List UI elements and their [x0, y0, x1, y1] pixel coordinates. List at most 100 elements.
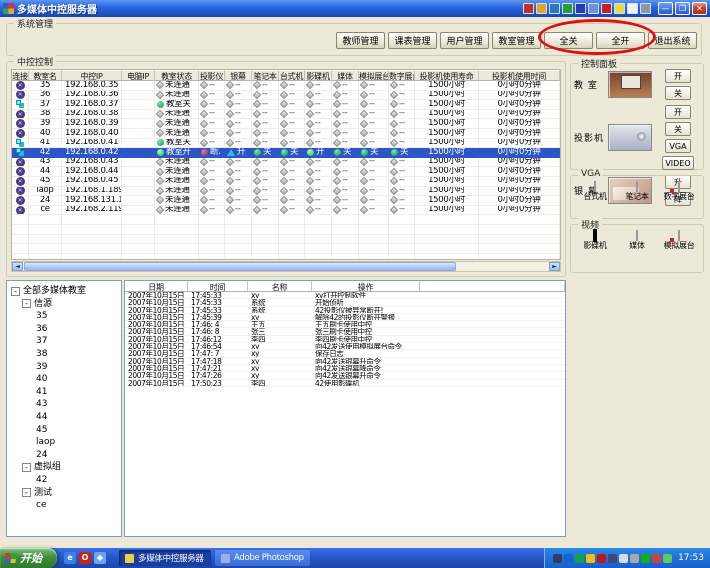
minimize-button[interactable]: — [658, 2, 673, 15]
tray-icon[interactable] [608, 554, 617, 563]
tree-group-虚拟组[interactable]: -虚拟组 [9, 461, 119, 474]
tree-item-36[interactable]: 36 [9, 323, 119, 336]
tree-group-测试[interactable]: -测试 [9, 487, 119, 500]
titlebar-toolbar-icon[interactable] [614, 3, 625, 14]
media-item[interactable]: 媒体 [617, 231, 657, 251]
start-button[interactable]: 开始 [0, 548, 57, 568]
table-row[interactable]: 35192.168.0.35未连通----------------1500小时0… [12, 81, 560, 91]
laptop-item[interactable]: 笔记本 [617, 182, 657, 202]
tree-item-35[interactable]: 35 [9, 310, 119, 323]
collapse-icon[interactable]: - [22, 488, 31, 497]
log-row[interactable]: 2007年10月15日17:45:33系统42投影仪被异常断开! [125, 307, 565, 314]
titlebar-toolbar-icon[interactable] [575, 3, 586, 14]
projector-video-button[interactable]: VIDEO [662, 156, 693, 170]
table-row[interactable]: 36192.168.0.36未连通----------------1500小时0… [12, 91, 560, 101]
titlebar-toolbar-icon[interactable] [536, 3, 547, 14]
tree-item-44[interactable]: 44 [9, 411, 119, 424]
quick-launch-opera-icon[interactable]: O [79, 552, 91, 564]
log-row[interactable]: 2007年10月15日17:47: 7xy保存日志 [125, 350, 565, 357]
log-row[interactable]: 2007年10月15日17:46: 4王五王五刷卡使用中控 [125, 321, 565, 328]
table-row[interactable]: 24192.168.131.1未连通----------------1500小时… [12, 196, 560, 206]
teacher-management-button[interactable]: 教师管理 [336, 32, 385, 49]
titlebar-toolbar-icon[interactable] [601, 3, 612, 14]
tray-icon[interactable] [575, 554, 584, 563]
table-row[interactable]: ce192.168.2.119未连通----------------1500小时… [12, 206, 560, 216]
quick-launch-browser-icon[interactable]: e [64, 552, 76, 564]
horizontal-scrollbar[interactable]: ◄ ► [11, 261, 561, 272]
taskbar-task-active[interactable]: 多媒体中控服务器 [119, 550, 211, 566]
table-row[interactable]: 41192.168.0.41教室关----------------1500小时0… [12, 139, 560, 149]
titlebar-toolbar-icon[interactable] [523, 3, 534, 14]
table-row[interactable]: 42192.168.0.42教室开断.升关关开关关关1500小时0小时0分钟 [12, 148, 560, 158]
classroom-management-button[interactable]: 教室管理 [492, 32, 541, 49]
log-row[interactable]: 2007年10月15日17:45:33xyxy打开控制软件 [125, 292, 565, 299]
table-row[interactable]: 37192.168.0.37教室关----------------1500小时0… [12, 100, 560, 110]
collapse-icon[interactable]: - [11, 287, 20, 296]
tree-item-ce[interactable]: ce [9, 499, 119, 512]
tray-icon[interactable] [564, 554, 573, 563]
titlebar-toolbar-icon[interactable] [588, 3, 599, 14]
classroom-off-button[interactable]: 关 [665, 86, 691, 100]
desktop-item[interactable]: 台式机 [575, 182, 615, 202]
scroll-right-arrow[interactable]: ► [549, 262, 560, 271]
all-off-button[interactable]: 全关 [544, 32, 593, 49]
tree-item-39[interactable]: 39 [9, 361, 119, 374]
tree-item-41[interactable]: 41 [9, 386, 119, 399]
projector-off-button[interactable]: 关 [665, 122, 691, 136]
log-row[interactable]: 2007年10月15日17:46:12李四李四刷卡使用中控 [125, 336, 565, 343]
table-row[interactable]: 43192.168.0.43未连通----------------1500小时0… [12, 158, 560, 168]
tree-item-43[interactable]: 43 [9, 398, 119, 411]
collapse-icon[interactable]: - [22, 463, 31, 472]
titlebar-toolbar-icon[interactable] [627, 3, 638, 14]
digital-visualizer-item[interactable]: 数字展台 [659, 182, 699, 202]
analog-visualizer-item[interactable]: 模拟展台 [659, 231, 699, 251]
dvd-player-item[interactable]: 影碟机 [575, 231, 615, 251]
titlebar-toolbar-icon[interactable] [640, 3, 651, 14]
log-row[interactable]: 2007年10月15日17:47:26xy向42发送银幕升命令 [125, 372, 565, 379]
close-button[interactable]: ✕ [692, 2, 707, 15]
tree-item-38[interactable]: 38 [9, 348, 119, 361]
tray-icon[interactable] [597, 554, 606, 563]
tray-icon[interactable] [641, 554, 650, 563]
tree-item-24[interactable]: 24 [9, 449, 119, 462]
taskbar-task-inactive[interactable]: Adobe Photoshop [215, 550, 310, 566]
user-management-button[interactable]: 用户管理 [440, 32, 489, 49]
exit-system-button[interactable]: 退出系统 [648, 32, 697, 49]
table-row[interactable]: 45192.168.0.45未连通----------------1500小时0… [12, 177, 560, 187]
table-row[interactable]: 40192.168.0.40未连通----------------1500小时0… [12, 129, 560, 139]
projector-on-button[interactable]: 开 [665, 105, 691, 119]
tree-item-37[interactable]: 37 [9, 335, 119, 348]
titlebar-toolbar-icon[interactable] [549, 3, 560, 14]
tray-icon[interactable] [553, 554, 562, 563]
schedule-management-button[interactable]: 课表管理 [388, 32, 437, 49]
log-row[interactable]: 2007年10月15日17:45:33系统开始侦听 [125, 299, 565, 306]
tree-item-40[interactable]: 40 [9, 373, 119, 386]
log-row[interactable]: 2007年10月15日17:45:39xy解除42的投影仪断开警报 [125, 314, 565, 321]
table-row[interactable]: 39192.168.0.39未连通----------------1500小时0… [12, 119, 560, 129]
tray-icon[interactable] [619, 554, 628, 563]
table-row[interactable]: 44192.168.0.44未连通----------------1500小时0… [12, 167, 560, 177]
table-row[interactable]: 38192.168.0.38未连通----------------1500小时0… [12, 110, 560, 120]
quick-launch-app-icon[interactable]: ◆ [94, 552, 106, 564]
all-on-button[interactable]: 全开 [596, 32, 645, 49]
scrollbar-thumb[interactable] [24, 262, 456, 271]
log-row[interactable]: 2007年10月15日17:50:23李四42使用影碟机 [125, 380, 565, 387]
tree-group-信源[interactable]: -信源 [9, 298, 119, 311]
scroll-left-arrow[interactable]: ◄ [12, 262, 23, 271]
table-row[interactable]: laop192.168.1.189未连通----------------1500… [12, 187, 560, 197]
tree-root[interactable]: -全部多媒体教室 [9, 285, 119, 298]
titlebar-toolbar-icon[interactable] [562, 3, 573, 14]
log-row[interactable]: 2007年10月15日17:46:54xy向42发送使用模拟展台命令 [125, 343, 565, 350]
tray-icon[interactable] [652, 554, 661, 563]
collapse-icon[interactable]: - [22, 299, 31, 308]
projector-vga-button[interactable]: VGA [665, 139, 691, 153]
restore-button[interactable]: ❐ [675, 2, 690, 15]
tray-icon[interactable] [663, 554, 672, 563]
classroom-on-button[interactable]: 开 [665, 69, 691, 83]
log-row[interactable]: 2007年10月15日17:47:18xy向42发送银幕升命令 [125, 358, 565, 365]
tree-item-42[interactable]: 42 [9, 474, 119, 487]
tree-item-45[interactable]: 45 [9, 424, 119, 437]
tray-icon[interactable] [630, 554, 639, 563]
log-row[interactable]: 2007年10月15日17:46: 8张三张三刷卡使用中控 [125, 328, 565, 335]
tree-item-laop[interactable]: laop [9, 436, 119, 449]
